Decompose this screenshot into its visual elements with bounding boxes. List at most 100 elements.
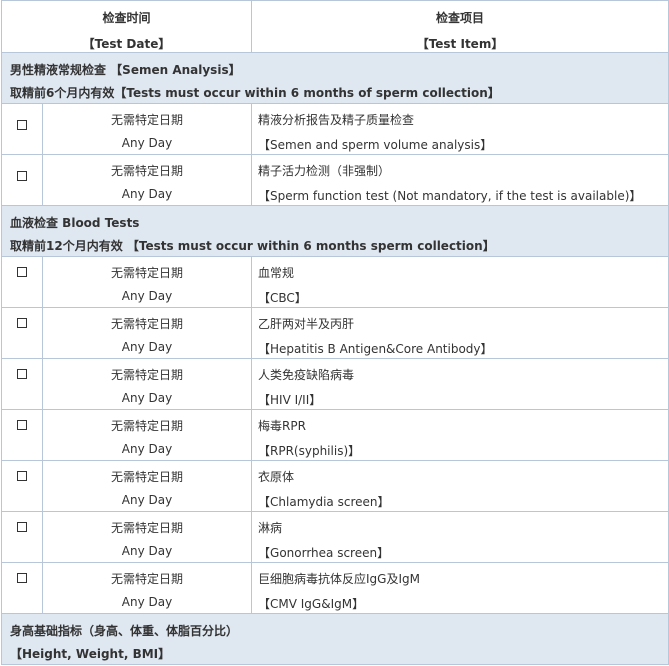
date-cell: 无需特定日期 Any Day xyxy=(41,409,253,461)
item-en: 【Chlamydia screen】 xyxy=(258,495,390,509)
checkbox-cell[interactable] xyxy=(1,562,43,614)
checkbox-cell[interactable] xyxy=(1,460,43,512)
section-semen-title: 男性精液常规检查 【Semen Analysis】 xyxy=(10,63,241,77)
header-test-date: 检查时间 【Test Date】 xyxy=(0,0,253,53)
checkbox[interactable] xyxy=(17,120,27,130)
header-item-zh: 检查项目 xyxy=(436,11,485,25)
table-header: 检查时间 【Test Date】 检查项目 【Test Item】 xyxy=(0,0,669,53)
checkbox-cell[interactable] xyxy=(1,358,43,410)
checkbox[interactable] xyxy=(17,171,27,181)
date-zh: 无需特定日期 xyxy=(111,164,184,178)
item-cell: 精子活力检测（非强制） 【Sperm function test (Not ma… xyxy=(251,154,669,206)
date-en: Any Day xyxy=(121,544,173,558)
date-zh: 无需特定日期 xyxy=(111,419,184,433)
date-en: Any Day xyxy=(121,595,173,609)
item-cell: 梅毒RPR 【RPR(syphilis)】 xyxy=(251,409,669,461)
table-row: 无需特定日期 Any Day 梅毒RPR 【RPR(syphilis)】 xyxy=(1,409,669,461)
checkbox[interactable] xyxy=(17,420,27,430)
item-zh: 巨细胞病毒抗体反应IgG及IgM xyxy=(258,572,420,586)
section-body-metrics-title: 身高基础指标（身高、体重、体脂百分比） xyxy=(10,624,239,638)
item-cell: 巨细胞病毒抗体反应IgG及IgM 【CMV IgG&IgM】 xyxy=(251,562,669,614)
table-row: 无需特定日期 Any Day 淋病 【Gonorrhea screen】 xyxy=(1,511,669,563)
item-cell: 乙肝两对半及丙肝 【Hepatitis B Antigen&Core Antib… xyxy=(251,307,669,359)
header-item-en: 【Test Item】 xyxy=(416,37,504,51)
checkbox[interactable] xyxy=(17,318,27,328)
table-row: 无需特定日期 Any Day 精子活力检测（非强制） 【Sperm functi… xyxy=(1,154,669,206)
table-row: 无需特定日期 Any Day 乙肝两对半及丙肝 【Hepatitis B Ant… xyxy=(1,307,669,359)
table-row: 无需特定日期 Any Day 人类免疫缺陷病毒 【HIV I/II】 xyxy=(1,358,669,410)
section-blood: 血液检查 Blood Tests 取精前12个月内有效 【Tests must … xyxy=(0,205,669,257)
item-en: 【Hepatitis B Antigen&Core Antibody】 xyxy=(258,342,493,356)
checkbox-cell[interactable] xyxy=(1,409,43,461)
date-cell: 无需特定日期 Any Day xyxy=(41,307,253,359)
item-cell: 精液分析报告及精子质量检查 【Semen and sperm volume an… xyxy=(251,103,669,155)
date-cell: 无需特定日期 Any Day xyxy=(41,154,253,206)
table-row: 无需特定日期 Any Day 巨细胞病毒抗体反应IgG及IgM 【CMV IgG… xyxy=(1,562,669,614)
section-semen-note: 取精前6个月内有效【Tests must occur within 6 mont… xyxy=(10,86,500,100)
date-cell: 无需特定日期 Any Day xyxy=(41,256,253,308)
date-cell: 无需特定日期 Any Day xyxy=(41,460,253,512)
section-blood-note: 取精前12个月内有效 【Tests must occur within 6 mo… xyxy=(10,239,495,253)
date-zh: 无需特定日期 xyxy=(111,470,184,484)
item-en: 【Sperm function test (Not mandatory, if … xyxy=(258,189,642,203)
item-cell: 衣原体 【Chlamydia screen】 xyxy=(251,460,669,512)
checkbox-cell[interactable] xyxy=(1,103,43,155)
section-body-metrics-note: 【Height, Weight, BMI】 xyxy=(10,647,171,661)
date-en: Any Day xyxy=(121,442,173,456)
section-blood-cell: 血液检查 Blood Tests 取精前12个月内有效 【Tests must … xyxy=(0,205,669,257)
item-en: 【RPR(syphilis)】 xyxy=(258,444,361,458)
date-en: Any Day xyxy=(121,340,173,354)
header-date-zh: 检查时间 xyxy=(102,11,151,25)
checkbox-cell[interactable] xyxy=(1,154,43,206)
checkbox[interactable] xyxy=(17,267,27,277)
item-en: 【CMV IgG&IgM】 xyxy=(258,597,365,611)
table-row: 无需特定日期 Any Day 血常规 【CBC】 xyxy=(1,256,669,308)
item-zh: 人类免疫缺陷病毒 xyxy=(258,368,355,382)
date-en: Any Day xyxy=(121,391,173,405)
test-schedule-table: 检查时间 【Test Date】 检查项目 【Test Item】 男性精液常规… xyxy=(0,0,669,665)
table-row: 无需特定日期 Any Day 精液分析报告及精子质量检查 【Semen and … xyxy=(1,103,669,155)
date-zh: 无需特定日期 xyxy=(111,266,184,280)
date-en: Any Day xyxy=(121,136,173,150)
date-en: Any Day xyxy=(121,493,173,507)
date-zh: 无需特定日期 xyxy=(111,572,184,586)
date-en: Any Day xyxy=(121,289,173,303)
section-body-metrics: 身高基础指标（身高、体重、体脂百分比） 【Height, Weight, BMI… xyxy=(0,613,669,665)
checkbox[interactable] xyxy=(17,573,27,583)
item-cell: 淋病 【Gonorrhea screen】 xyxy=(251,511,669,563)
header-test-item: 检查项目 【Test Item】 xyxy=(251,0,669,53)
item-en: 【Semen and sperm volume analysis】 xyxy=(258,138,493,152)
item-en: 【HIV I/II】 xyxy=(258,393,322,407)
item-zh: 血常规 xyxy=(258,266,295,280)
date-zh: 无需特定日期 xyxy=(111,113,184,127)
section-body-metrics-cell: 身高基础指标（身高、体重、体脂百分比） 【Height, Weight, BMI… xyxy=(0,613,669,665)
checkbox-cell[interactable] xyxy=(1,511,43,563)
date-zh: 无需特定日期 xyxy=(111,368,184,382)
item-en: 【Gonorrhea screen】 xyxy=(258,546,390,560)
header-date-en: 【Test Date】 xyxy=(82,37,171,51)
checkbox[interactable] xyxy=(17,471,27,481)
item-cell: 血常规 【CBC】 xyxy=(251,256,669,308)
date-zh: 无需特定日期 xyxy=(111,521,184,535)
section-semen: 男性精液常规检查 【Semen Analysis】 取精前6个月内有效【Test… xyxy=(0,52,669,104)
date-cell: 无需特定日期 Any Day xyxy=(41,562,253,614)
section-semen-cell: 男性精液常规检查 【Semen Analysis】 取精前6个月内有效【Test… xyxy=(0,52,669,104)
item-zh: 淋病 xyxy=(258,521,283,535)
item-zh: 梅毒RPR xyxy=(258,419,306,433)
item-zh: 乙肝两对半及丙肝 xyxy=(258,317,355,331)
section-blood-title: 血液检查 Blood Tests xyxy=(10,216,140,230)
checkbox[interactable] xyxy=(17,369,27,379)
item-cell: 人类免疫缺陷病毒 【HIV I/II】 xyxy=(251,358,669,410)
checkbox-cell[interactable] xyxy=(1,256,43,308)
table-row: 无需特定日期 Any Day 衣原体 【Chlamydia screen】 xyxy=(1,460,669,512)
item-zh: 衣原体 xyxy=(258,470,295,484)
checkbox-cell[interactable] xyxy=(1,307,43,359)
date-cell: 无需特定日期 Any Day xyxy=(41,511,253,563)
date-en: Any Day xyxy=(121,187,173,201)
item-zh: 精液分析报告及精子质量检查 xyxy=(258,113,415,127)
item-zh: 精子活力检测（非强制） xyxy=(258,164,391,178)
checkbox[interactable] xyxy=(17,522,27,532)
date-cell: 无需特定日期 Any Day xyxy=(41,103,253,155)
date-zh: 无需特定日期 xyxy=(111,317,184,331)
item-en: 【CBC】 xyxy=(258,291,307,305)
